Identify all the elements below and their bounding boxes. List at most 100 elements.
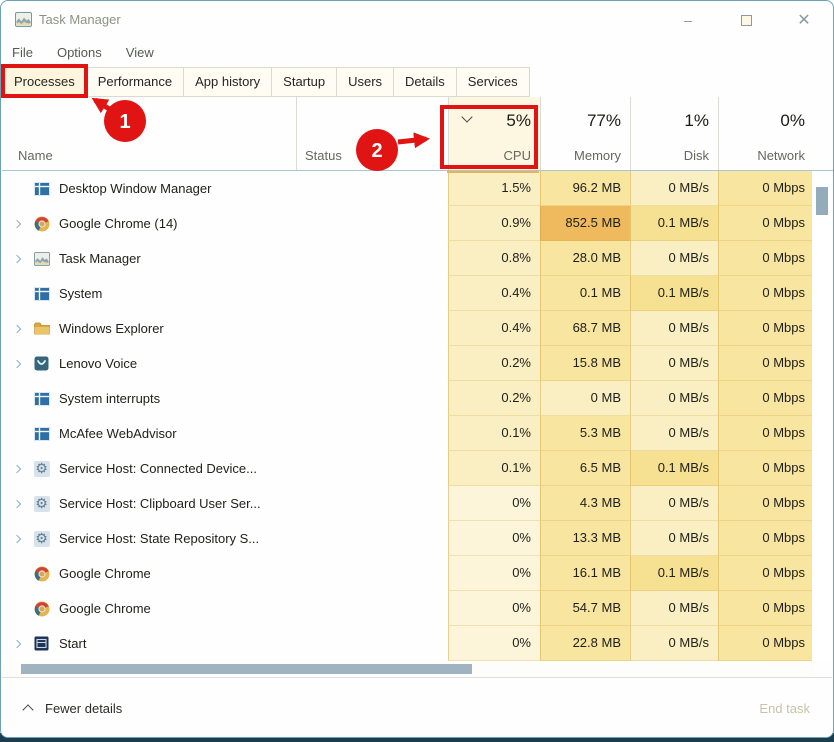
process-row[interactable]: Task Manager 0.8% 28.0 MB 0 MB/s 0 Mbps: [2, 241, 814, 276]
column-header-cpu[interactable]: 5% CPU: [448, 97, 540, 170]
process-name-cell: ⚙ Service Host: Connected Device...: [2, 451, 296, 486]
menu-options[interactable]: Options: [57, 45, 102, 60]
process-name: System interrupts: [59, 391, 160, 406]
process-disk-value: 0 MB/s: [630, 346, 718, 381]
process-row[interactable]: ⚙ Service Host: State Repository S... 0%…: [2, 521, 814, 556]
horizontal-scrollbar-thumb[interactable]: [21, 664, 472, 674]
process-status: [296, 171, 448, 206]
process-row[interactable]: System 0.4% 0.1 MB 0.1 MB/s 0 Mbps: [2, 276, 814, 311]
process-memory-value: 4.3 MB: [540, 486, 630, 521]
tab-app-history[interactable]: App history: [183, 67, 272, 97]
process-disk-value: 0.1 MB/s: [630, 206, 718, 241]
chrome-icon: [33, 215, 50, 232]
column-header-disk[interactable]: 1% Disk: [630, 97, 718, 170]
process-row[interactable]: Windows Explorer 0.4% 68.7 MB 0 MB/s 0 M…: [2, 311, 814, 346]
maximize-icon: [741, 15, 752, 26]
process-disk-value: 0 MB/s: [630, 521, 718, 556]
process-cpu-value: 0.2%: [448, 381, 540, 416]
process-cpu-value: 0%: [448, 486, 540, 521]
window-icon: [33, 390, 50, 407]
process-row[interactable]: Desktop Window Manager 1.5% 96.2 MB 0 MB…: [2, 171, 814, 206]
menu-view[interactable]: View: [126, 45, 154, 60]
column-header-spacer: [814, 97, 834, 170]
process-name: Google Chrome: [59, 566, 151, 581]
process-status: [296, 416, 448, 451]
process-disk-value: 0 MB/s: [630, 381, 718, 416]
process-row[interactable]: ⚙ Service Host: Connected Device... 0.1%…: [2, 451, 814, 486]
process-network-value: 0 Mbps: [718, 591, 814, 626]
process-disk-value: 0 MB/s: [630, 626, 718, 661]
process-row[interactable]: Google Chrome 0% 16.1 MB 0.1 MB/s 0 Mbps: [2, 556, 814, 591]
process-name-cell: System: [2, 276, 296, 311]
process-name: Task Manager: [59, 251, 141, 266]
process-network-value: 0 Mbps: [718, 521, 814, 556]
process-status: [296, 556, 448, 591]
process-row[interactable]: Google Chrome (14) 0.9% 852.5 MB 0.1 MB/…: [2, 206, 814, 241]
window-title: Task Manager: [39, 12, 121, 27]
process-network-value: 0 Mbps: [718, 626, 814, 661]
tab-details[interactable]: Details: [393, 67, 457, 97]
process-disk-value: 0 MB/s: [630, 591, 718, 626]
process-status: [296, 276, 448, 311]
column-header-status[interactable]: Status: [296, 97, 448, 170]
process-memory-value: 6.5 MB: [540, 451, 630, 486]
chevron-right-icon[interactable]: [11, 536, 33, 542]
process-name-cell: ⚙ Service Host: State Repository S...: [2, 521, 296, 556]
tab-performance[interactable]: Performance: [86, 67, 184, 97]
close-button[interactable]: ✕: [775, 1, 833, 39]
process-memory-value: 13.3 MB: [540, 521, 630, 556]
vertical-scrollbar[interactable]: [812, 171, 832, 661]
process-row[interactable]: Google Chrome 0% 54.7 MB 0 MB/s 0 Mbps: [2, 591, 814, 626]
maximize-button[interactable]: [717, 1, 775, 39]
process-row[interactable]: ⚙ Service Host: Clipboard User Ser... 0%…: [2, 486, 814, 521]
process-disk-value: 0 MB/s: [630, 241, 718, 276]
minimize-button[interactable]: –: [659, 1, 717, 39]
process-memory-value: 852.5 MB: [540, 206, 630, 241]
process-status: [296, 451, 448, 486]
chevron-right-icon[interactable]: [11, 221, 33, 227]
chevron-right-icon[interactable]: [11, 326, 33, 332]
column-header-network[interactable]: 0% Network: [718, 97, 814, 170]
process-name: Google Chrome: [59, 601, 151, 616]
process-cpu-value: 0.8%: [448, 241, 540, 276]
end-task-button[interactable]: End task: [759, 701, 810, 716]
window-icon: [33, 425, 50, 442]
column-header-memory[interactable]: 77% Memory: [540, 97, 630, 170]
process-disk-value: 0 MB/s: [630, 416, 718, 451]
process-status: [296, 346, 448, 381]
process-memory-value: 15.8 MB: [540, 346, 630, 381]
chevron-right-icon[interactable]: [11, 256, 33, 262]
column-header-name[interactable]: Name: [2, 97, 296, 170]
process-row[interactable]: System interrupts 0.2% 0 MB 0 MB/s 0 Mbp…: [2, 381, 814, 416]
menu-file[interactable]: File: [12, 45, 33, 60]
task-manager-window: Task Manager – ✕ File Options View Proce…: [0, 0, 834, 738]
horizontal-scrollbar[interactable]: [2, 661, 814, 677]
process-row[interactable]: Start 0% 22.8 MB 0 MB/s 0 Mbps: [2, 626, 814, 661]
vertical-scrollbar-thumb[interactable]: [816, 187, 828, 215]
process-cpu-value: 0%: [448, 556, 540, 591]
process-name: Lenovo Voice: [59, 356, 137, 371]
process-cpu-value: 0%: [448, 626, 540, 661]
chevron-right-icon[interactable]: [11, 466, 33, 472]
process-row[interactable]: McAfee WebAdvisor 0.1% 5.3 MB 0 MB/s 0 M…: [2, 416, 814, 451]
process-name: Service Host: State Repository S...: [59, 531, 259, 546]
process-network-value: 0 Mbps: [718, 451, 814, 486]
process-disk-value: 0 MB/s: [630, 171, 718, 206]
column-header-row: Name Status 5% CPU 77% Memory 1% Disk 0%…: [2, 97, 834, 171]
tab-processes[interactable]: Processes: [2, 65, 87, 97]
tab-startup[interactable]: Startup: [271, 67, 337, 97]
fewer-details-toggle[interactable]: Fewer details: [24, 701, 122, 716]
chevron-right-icon[interactable]: [11, 641, 33, 647]
tab-users[interactable]: Users: [336, 67, 394, 97]
process-cpu-value: 0.4%: [448, 276, 540, 311]
process-status: [296, 591, 448, 626]
process-network-value: 0 Mbps: [718, 346, 814, 381]
chevron-right-icon[interactable]: [11, 361, 33, 367]
gear-icon: ⚙: [33, 530, 50, 547]
tab-services[interactable]: Services: [456, 67, 530, 97]
process-row[interactable]: Lenovo Voice 0.2% 15.8 MB 0 MB/s 0 Mbps: [2, 346, 814, 381]
process-status: [296, 486, 448, 521]
process-name-cell: McAfee WebAdvisor: [2, 416, 296, 451]
lenovo-voice-icon: [33, 355, 50, 372]
chevron-right-icon[interactable]: [11, 501, 33, 507]
